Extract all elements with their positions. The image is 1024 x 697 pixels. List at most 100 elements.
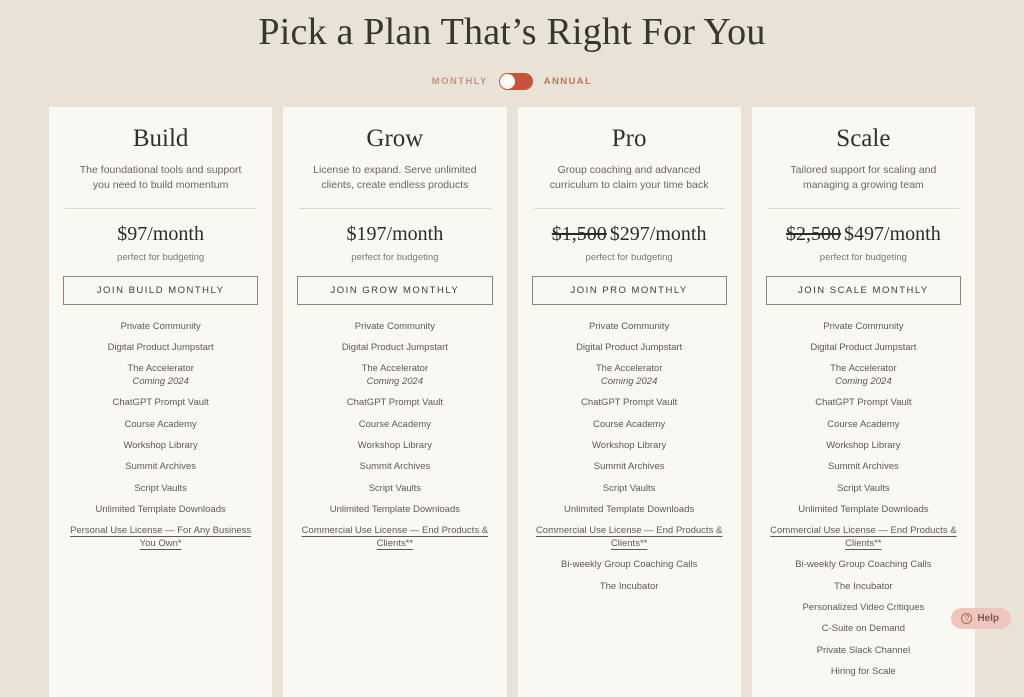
plan-price-row: $97/month	[63, 223, 258, 245]
plan-feature-item: The Accelerator Coming 2024	[63, 363, 258, 389]
plan-feature-text: Commercial Use License — End Products & …	[301, 525, 489, 549]
plan-feature-item: Workshop Library	[766, 440, 961, 453]
plan-feature-item: Summit Archives	[63, 461, 258, 474]
plan-price-current: $97/month	[117, 222, 204, 245]
plan-feature-item: Course Academy	[532, 419, 727, 432]
plan-feature-item: ChatGPT Prompt Vault	[766, 397, 961, 410]
plan-feature-text: Private Community	[589, 320, 670, 332]
join-plan-button[interactable]: JOIN SCALE MONTHLY	[765, 275, 961, 305]
plan-price-row: $197/month	[297, 223, 492, 245]
plan-name: Pro	[611, 124, 647, 152]
plan-feature-text: Course Academy	[827, 418, 900, 430]
plan-feature-text: Unlimited Template Downloads	[798, 503, 929, 515]
plan-feature-item: Unlimited Template Downloads	[766, 504, 961, 517]
plan-feature-text: C-Suite on Demand	[821, 623, 906, 635]
plan-feature-note: Coming 2024	[132, 375, 189, 387]
plan-feature-text: The Accelerator	[595, 363, 663, 375]
plan-feature-text: Private Community	[823, 320, 904, 332]
plan-feature-item[interactable]: Commercial Use License — End Products & …	[532, 525, 727, 551]
plan-feature-text: Course Academy	[592, 418, 666, 430]
page-title: Pick a Plan That’s Right For You	[258, 11, 766, 53]
plan-price-original: $1,500	[551, 222, 607, 245]
pricing-card-scale: Scale Tailored support for scaling and ma…	[751, 106, 975, 697]
pricing-card-grow: Grow License to expand. Serve unlimited c…	[283, 106, 507, 697]
billing-period-toggle[interactable]: MONTHLY ANNUAL	[0, 72, 1024, 90]
divider	[767, 207, 959, 209]
join-plan-button[interactable]: JOIN PRO MONTHLY	[531, 275, 727, 305]
plan-price-note: perfect for budgeting	[585, 251, 673, 263]
plan-feature-item[interactable]: Commercial Use License — End Products & …	[766, 525, 961, 551]
plan-feature-item: Digital Product Jumpstart	[766, 342, 961, 355]
plan-feature-item: Script Vaults	[766, 483, 961, 496]
plan-feature-item: Bi-weekly Group Coaching Calls	[532, 559, 727, 572]
plan-feature-item: Course Academy	[297, 419, 492, 432]
plan-feature-item: Unlimited Template Downloads	[297, 504, 492, 517]
billing-monthly-label[interactable]: MONTHLY	[432, 76, 488, 87]
plan-feature-item: Digital Product Jumpstart	[63, 342, 258, 355]
plan-price-current: $497/month	[844, 222, 941, 245]
plan-feature-text: Private Slack Channel	[816, 644, 911, 656]
plan-feature-text: Summit Archives	[125, 461, 196, 473]
divider	[65, 207, 257, 209]
plan-feature-text: Workshop Library	[591, 439, 667, 451]
plan-feature-item: Workshop Library	[297, 440, 492, 453]
plan-feature-text: The Incubator	[834, 580, 893, 592]
plan-feature-item: Summit Archives	[532, 461, 727, 474]
help-button[interactable]: ? Help	[951, 608, 1011, 629]
join-plan-button[interactable]: JOIN BUILD MONTHLY	[63, 275, 259, 305]
plan-feature-item: Personalized Video Critiques	[766, 602, 961, 615]
join-plan-button[interactable]: JOIN GROW MONTHLY	[297, 275, 493, 305]
plan-feature-item: Private Community	[532, 321, 727, 334]
plan-name: Grow	[366, 124, 424, 152]
plan-feature-text: Unlimited Template Downloads	[329, 503, 460, 515]
plan-feature-text: Script Vaults	[368, 482, 422, 494]
divider	[299, 207, 491, 209]
plan-feature-text: Bi-weekly Group Coaching Calls	[561, 559, 698, 571]
billing-annual-label[interactable]: ANNUAL	[544, 76, 593, 87]
toggle-knob	[499, 73, 515, 89]
plan-feature-item[interactable]: Personal Use License — For Any Business …	[63, 525, 258, 551]
pricing-card-pro: Pro Group coaching and advanced curriculu…	[517, 106, 741, 697]
plan-feature-text: Summit Archives	[359, 461, 431, 473]
plan-feature-item: ChatGPT Prompt Vault	[63, 397, 258, 410]
plan-feature-text: Course Academy	[358, 418, 432, 430]
plan-feature-text: Bi-weekly Group Coaching Calls	[795, 559, 932, 571]
plan-price-current: $197/month	[346, 222, 444, 245]
plan-feature-item: Script Vaults	[532, 483, 727, 496]
plan-feature-text: Digital Product Jumpstart	[341, 341, 448, 353]
plan-feature-list: Private Community Digital Product Jumpsta…	[766, 321, 961, 679]
plan-feature-item: Hiring for Scale	[766, 666, 961, 679]
plan-feature-item[interactable]: Commercial Use License — End Products & …	[297, 525, 492, 551]
plan-feature-item: Private Community	[297, 321, 492, 334]
plan-name: Build	[132, 124, 189, 152]
plan-description: Tailored support for scaling and managin…	[790, 164, 937, 192]
plan-feature-item: Script Vaults	[63, 483, 258, 496]
plan-feature-text: Personal Use License — For Any Business …	[70, 525, 252, 549]
plan-feature-item: Course Academy	[63, 419, 258, 432]
plan-feature-text: Personalized Video Critiques	[802, 601, 925, 613]
plan-feature-text: Workshop Library	[357, 439, 433, 451]
plan-feature-text: Private Community	[120, 320, 201, 332]
plan-feature-text: Workshop Library	[123, 439, 198, 451]
plan-feature-text: Script Vaults	[134, 482, 187, 494]
plan-feature-item: Workshop Library	[63, 440, 258, 453]
plan-feature-text: Summit Archives	[828, 461, 899, 473]
plan-feature-text: The Incubator	[599, 580, 659, 592]
plan-feature-item: Workshop Library	[532, 440, 727, 453]
plan-feature-item: The Accelerator Coming 2024	[297, 363, 492, 389]
plan-name: Scale	[836, 124, 891, 152]
plan-feature-text: The Accelerator	[127, 363, 194, 375]
plan-feature-text: Private Community	[354, 320, 435, 332]
plan-feature-text: Course Academy	[124, 418, 197, 430]
plan-feature-item: Private Community	[63, 321, 258, 334]
plan-feature-text: Script Vaults	[837, 482, 890, 494]
pricing-cards: Build The foundational tools and support …	[0, 106, 1024, 697]
plan-feature-item: The Incubator	[766, 581, 961, 594]
plan-price-row: $2,500 $497/month	[766, 223, 961, 245]
billing-toggle-switch[interactable]	[498, 72, 533, 90]
plan-price-note: perfect for budgeting	[351, 251, 439, 263]
plan-feature-item: Unlimited Template Downloads	[532, 504, 727, 517]
plan-feature-text: Commercial Use License — End Products & …	[535, 525, 723, 549]
plan-feature-text: Hiring for Scale	[830, 665, 896, 677]
plan-feature-text: The Accelerator	[830, 363, 897, 375]
